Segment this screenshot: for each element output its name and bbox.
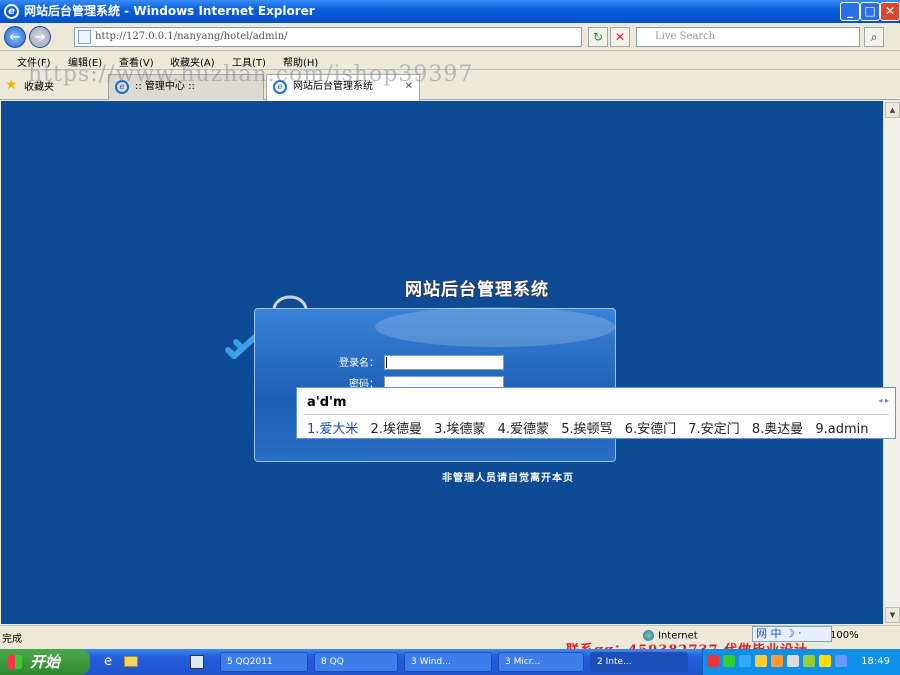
ime-candidate[interactable]: 9.admin [815,422,868,437]
title-bar: e 网站后台管理系统 - Windows Internet Explorer _… [0,0,900,23]
tray-icon[interactable] [787,655,799,667]
clock: 18:49 [861,656,890,667]
desktop-quicklaunch-icon[interactable] [190,655,204,669]
ime-candidate[interactable]: 7.安定门 [688,422,739,437]
zoom-level[interactable]: 100% [830,630,859,641]
ime-candidate[interactable]: 6.安德门 [625,422,676,437]
taskbar-windows[interactable]: 3 Wind... [404,652,492,672]
ime-candidate[interactable]: 4.爱德蒙 [498,422,549,437]
ime-candidate[interactable]: 5.挨顿骂 [561,422,612,437]
ime-candidate[interactable]: 1.爱大米 [307,422,358,437]
folder-quicklaunch-icon[interactable] [124,656,138,667]
ime-candidate[interactable]: 3.埃德蒙 [434,422,485,437]
status-text: 完成 [2,634,22,645]
tray-icon[interactable] [835,655,847,667]
system-tray: 18:49 [702,649,900,675]
start-button[interactable]: 开始 [0,649,90,675]
stop-button[interactable]: ✕ [610,27,630,47]
taskbar-qq2011[interactable]: 5 QQ2011 [220,652,308,672]
minimize-button[interactable]: _ [840,2,860,21]
tray-icon[interactable] [707,655,719,667]
close-button[interactable]: ✕ [880,2,900,21]
navigation-bar: ← → http://127.0.0.1/nanyang/hotel/admin… [0,23,900,51]
taskbar-microsoft[interactable]: 3 Micr... [498,652,584,672]
favorites-star-icon[interactable]: ★ [5,77,18,93]
tray-icon[interactable] [803,655,815,667]
address-url: http://127.0.0.1/nanyang/hotel/admin/ [95,31,288,42]
app-title: 网站后台管理系统 [405,280,549,300]
username-label: 登录名： [339,358,379,369]
vertical-scrollbar[interactable]: ▲ ▼ [883,101,900,624]
taskbar: 开始 e 5 QQ2011 8 QQ 3 Wind... 3 Micr... 2… [0,649,900,675]
ie-logo-icon: e [4,4,19,19]
taskbar-internet-explorer[interactable]: 2 Inte... [590,652,688,672]
ime-candidate[interactable]: 2.埃德曼 [371,422,422,437]
scroll-up-arrow-icon[interactable]: ▲ [885,102,900,118]
tray-icon[interactable] [771,655,783,667]
ime-candidates: 1.爱大米 2.埃德曼 3.埃德蒙 4.爱德蒙 5.挨顿骂 6.安德门 7.安定… [307,418,877,437]
window-title: 网站后台管理系统 - Windows Internet Explorer [24,4,315,18]
ime-candidate-window: a'd'm ◂ ▸ 1.爱大米 2.埃德曼 3.埃德蒙 4.爱德蒙 5.挨顿骂 … [296,387,896,439]
search-go-button[interactable]: ⌕ [864,27,884,47]
page-icon [78,30,91,44]
notice-text: 非管理人员请自觉离开本页 [442,473,574,484]
watermark: https://www.huzhan.com/ishop39397 [28,62,474,87]
tray-icon[interactable] [755,655,767,667]
search-input[interactable]: Live Search [636,27,860,47]
back-button[interactable]: ← [4,26,26,48]
forward-button[interactable]: → [29,26,51,48]
tray-icon[interactable] [819,655,831,667]
refresh-button[interactable]: ↻ [588,27,608,47]
windows-flag-icon [8,655,22,669]
address-bar[interactable]: http://127.0.0.1/nanyang/hotel/admin/ [74,27,582,47]
ie-quicklaunch-icon[interactable]: e [104,654,112,669]
username-input[interactable] [384,355,504,370]
taskbar-qq[interactable]: 8 QQ [314,652,398,672]
ime-composition: a'd'm [307,395,347,410]
ime-candidate[interactable]: 8.奥达曼 [752,422,803,437]
ime-pager-arrows-icon[interactable]: ◂ ▸ [878,396,889,405]
tray-icon[interactable] [739,655,751,667]
scroll-down-arrow-icon[interactable]: ▼ [885,607,900,623]
maximize-button[interactable]: □ [860,2,880,21]
tray-icon[interactable] [723,655,735,667]
